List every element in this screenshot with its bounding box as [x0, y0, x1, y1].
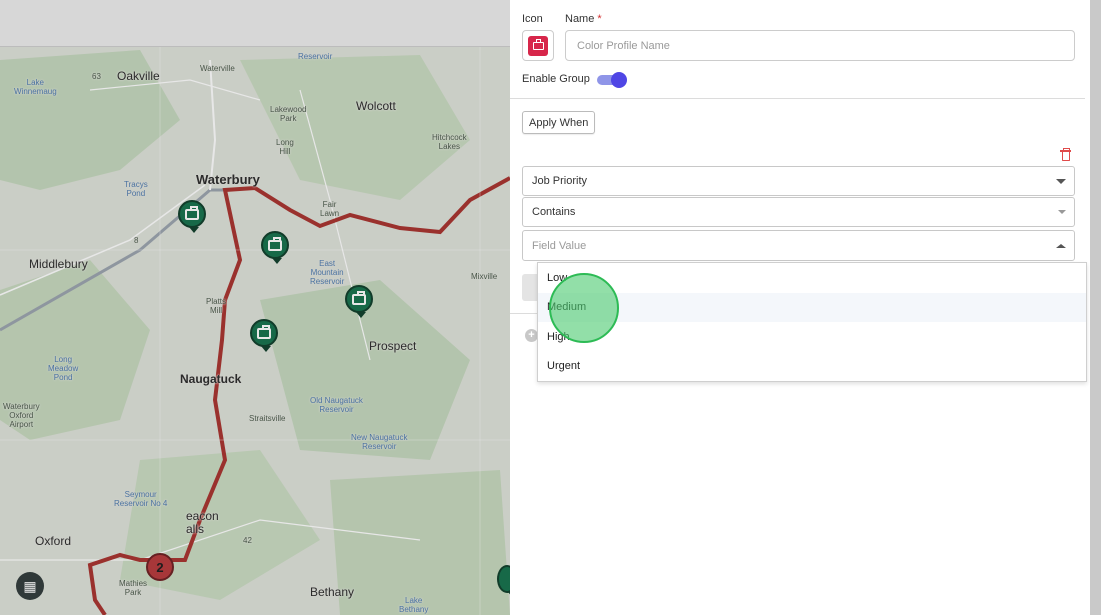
map-label-mixville: Mixville: [471, 272, 498, 281]
job-map-pin[interactable]: [250, 319, 278, 352]
field-value-dropdown: Low Medium High Urgent: [537, 262, 1087, 382]
job-map-pin[interactable]: [497, 565, 510, 598]
map-label-oxford: Oxford: [35, 534, 72, 548]
calendar-icon: ▦: [23, 577, 37, 594]
briefcase-icon: [532, 38, 544, 50]
map-top-bar: [0, 0, 510, 47]
name-label-text: Name: [565, 13, 595, 25]
map-label-seymour-reservoir: Seymour Reservoir No 4: [114, 490, 168, 508]
map-label-oxford-airport: Waterbury Oxford Airport: [3, 402, 40, 429]
map-label-waterbury: Waterbury: [196, 172, 260, 187]
toggle-knob: [611, 72, 627, 88]
map-label-oakville: Oakville: [117, 69, 160, 83]
map-route-shield: 8: [134, 236, 139, 245]
job-map-pin[interactable]: [178, 200, 206, 233]
section-divider: [510, 98, 1085, 99]
condition-operator-value: Contains: [532, 206, 576, 218]
map-label-old-naugatuck-reservoir: Old Naugatuck Reservoir: [310, 396, 363, 414]
name-label: Name *: [565, 13, 602, 25]
map-label-new-naugatuck-reservoir: New Naugatuck Reservoir: [351, 433, 408, 451]
map-label-mathies-park: Mathies Park: [119, 579, 148, 597]
map-route-shield: 63: [92, 72, 101, 81]
condition-operator-select[interactable]: Contains: [522, 197, 1075, 227]
map-route-shield: 42: [243, 536, 252, 545]
map-label-waterville: Waterville: [200, 64, 235, 73]
map-label-wolcott: Wolcott: [356, 99, 396, 113]
enable-group-label: Enable Group: [522, 73, 590, 85]
map-label-naugatuck: Naugatuck: [180, 372, 242, 386]
map-view[interactable]: Oakville Waterville Wolcott Reservoir Wa…: [0, 0, 510, 615]
map-label-straitsville: Straitsville: [249, 414, 286, 423]
chevron-down-icon: [1056, 179, 1066, 184]
map-label-hitchcock-lakes: Hitchcock Lakes: [432, 133, 467, 151]
icon-swatch: [528, 35, 548, 56]
section-divider: [510, 313, 540, 314]
apply-when-button[interactable]: Apply When: [522, 111, 596, 134]
condition-field-value: Job Priority: [532, 175, 588, 187]
job-map-pin[interactable]: [345, 285, 373, 318]
panel-scrollbar[interactable]: [1090, 0, 1101, 615]
map-label-east-mountain-reservoir: East Mountain Reservoir: [310, 259, 345, 286]
map-calendar-button[interactable]: ▦: [16, 572, 44, 600]
icon-label: Icon: [522, 13, 543, 25]
enable-group-toggle[interactable]: [597, 72, 627, 88]
map-label-reservoir: Reservoir: [298, 52, 333, 61]
option-medium[interactable]: Medium: [538, 292, 1086, 322]
map-label-long-meadow-pond: Long Meadow Pond: [48, 355, 79, 382]
map-label-long-hill: Long Hill: [276, 138, 294, 156]
condition-value-select[interactable]: Field Value: [522, 230, 1075, 261]
color-profile-name-input[interactable]: [565, 30, 1075, 61]
click-indicator: [549, 273, 619, 343]
map-label-platts-mill: Platts Mill: [206, 297, 227, 315]
trash-can: [1061, 152, 1070, 161]
briefcase-icon: [257, 324, 271, 339]
map-label-prospect: Prospect: [369, 339, 417, 353]
option-urgent[interactable]: Urgent: [538, 352, 1086, 382]
condition-field-select[interactable]: Job Priority: [522, 166, 1075, 196]
briefcase-icon: [185, 205, 199, 220]
chevron-up-icon: [1056, 244, 1066, 248]
map-cluster-marker[interactable]: 2: [146, 553, 174, 581]
map-label-beacon-falls: eacon alls: [186, 509, 219, 536]
briefcase-icon: [268, 236, 282, 251]
map-label-lakewood-park: Lakewood Park: [270, 105, 307, 123]
briefcase-icon: [352, 290, 366, 305]
option-high[interactable]: High: [538, 322, 1086, 352]
map-label-tracys-pond: Tracys Pond: [124, 180, 148, 198]
icon-picker-button[interactable]: [522, 30, 554, 61]
option-low[interactable]: Low: [538, 263, 1086, 293]
delete-condition-icon[interactable]: [1060, 148, 1071, 161]
map-label-lake-bethany: Lake Bethany: [399, 596, 429, 614]
required-mark: *: [597, 13, 602, 25]
job-map-pin[interactable]: [261, 231, 289, 264]
chevron-down-icon: [1058, 210, 1066, 214]
map-label-fair-lawn: Fair Lawn: [320, 200, 340, 218]
condition-value-placeholder: Field Value: [532, 239, 587, 252]
map-label-bethany: Bethany: [310, 585, 355, 599]
map-label-middlebury: Middlebury: [29, 257, 88, 271]
map-label-lake-winnemaug: Lake Winnemaug: [14, 78, 57, 96]
